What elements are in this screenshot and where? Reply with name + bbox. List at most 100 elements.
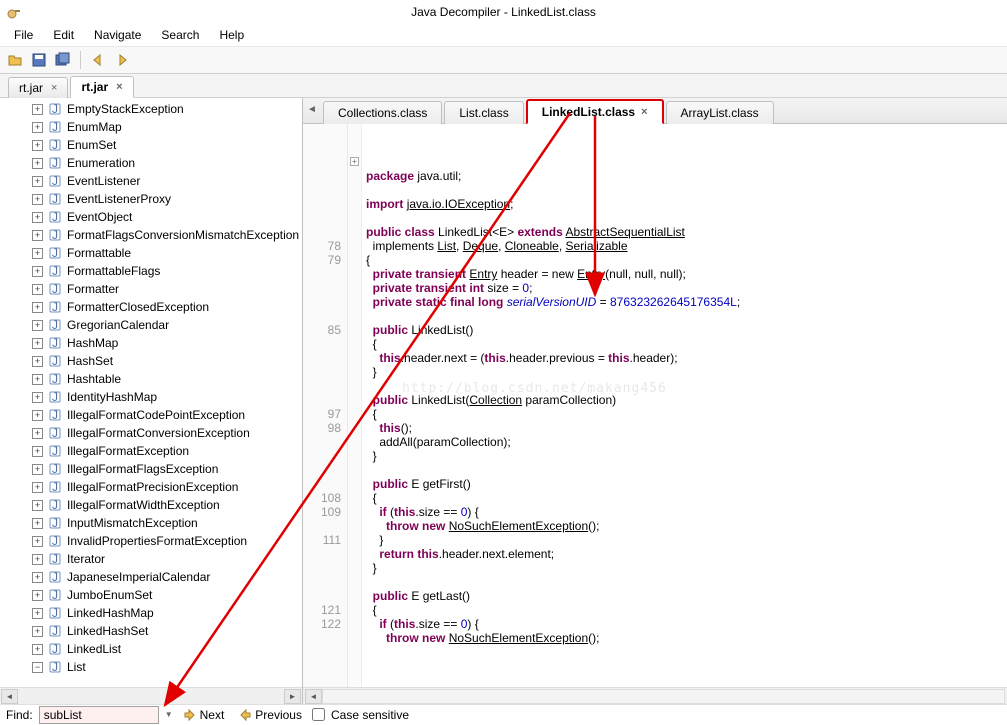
tree-expand-icon[interactable]: + bbox=[32, 446, 43, 457]
editor-tab-list[interactable]: List.class bbox=[444, 101, 523, 124]
tree-item[interactable]: +JHashMap bbox=[0, 334, 302, 352]
tree-item[interactable]: +JEventListener bbox=[0, 172, 302, 190]
back-button[interactable] bbox=[87, 49, 109, 71]
tree-item[interactable]: +JInvalidPropertiesFormatException bbox=[0, 532, 302, 550]
tree-expand-icon[interactable]: + bbox=[32, 536, 43, 547]
close-icon[interactable]: × bbox=[641, 106, 647, 118]
tree-expand-icon[interactable]: + bbox=[32, 500, 43, 511]
tree-expand-icon[interactable]: + bbox=[32, 140, 43, 151]
tree-expand-icon[interactable]: + bbox=[32, 608, 43, 619]
tree-item[interactable]: +JEnumSet bbox=[0, 136, 302, 154]
find-next-button[interactable]: Next bbox=[179, 707, 229, 723]
menu-search[interactable]: Search bbox=[151, 25, 209, 45]
tree-item[interactable]: +JEventListenerProxy bbox=[0, 190, 302, 208]
tree-item[interactable]: +JIdentityHashMap bbox=[0, 388, 302, 406]
tree-expand-icon[interactable]: + bbox=[32, 302, 43, 313]
tree-item[interactable]: +JIllegalFormatConversionException bbox=[0, 424, 302, 442]
tree-expand-icon[interactable]: + bbox=[32, 320, 43, 331]
find-input[interactable] bbox=[39, 706, 159, 724]
tree-expand-icon[interactable]: + bbox=[32, 266, 43, 277]
tree-item[interactable]: +JHashSet bbox=[0, 352, 302, 370]
tree-expand-icon[interactable]: + bbox=[32, 194, 43, 205]
tree-item[interactable]: +JJapaneseImperialCalendar bbox=[0, 568, 302, 586]
tree-expand-icon[interactable]: + bbox=[32, 428, 43, 439]
file-tab-rtjar-1[interactable]: rt.jar × bbox=[8, 77, 68, 98]
tab-nav-left-icon[interactable]: ◄ bbox=[307, 104, 317, 115]
tree-item[interactable]: +JHashtable bbox=[0, 370, 302, 388]
tree-expand-icon[interactable]: + bbox=[32, 176, 43, 187]
tree-item[interactable]: +JFormatterClosedException bbox=[0, 298, 302, 316]
tree-item[interactable]: +JGregorianCalendar bbox=[0, 316, 302, 334]
open-file-button[interactable] bbox=[4, 49, 26, 71]
editor-tab-linkedlist[interactable]: LinkedList.class× bbox=[526, 99, 664, 124]
tree-expand-icon[interactable]: + bbox=[32, 284, 43, 295]
scroll-left-icon[interactable]: ◄ bbox=[305, 689, 322, 704]
close-icon[interactable]: × bbox=[51, 82, 57, 94]
tree-expand-icon[interactable]: + bbox=[32, 356, 43, 367]
tree-expand-icon[interactable]: + bbox=[32, 158, 43, 169]
fold-expand-icon[interactable]: + bbox=[350, 157, 359, 166]
tree-item[interactable]: +JInputMismatchException bbox=[0, 514, 302, 532]
package-tree[interactable]: +JEmptyStackException+JEnumMap+JEnumSet+… bbox=[0, 98, 302, 687]
tree-expand-icon[interactable]: + bbox=[32, 554, 43, 565]
editor-tab-arraylist[interactable]: ArrayList.class bbox=[666, 101, 774, 124]
tree-expand-icon[interactable]: + bbox=[32, 590, 43, 601]
tree-expand-icon[interactable]: + bbox=[32, 464, 43, 475]
menu-file[interactable]: File bbox=[4, 25, 43, 45]
forward-button[interactable] bbox=[111, 49, 133, 71]
code-editor[interactable]: http://blog.csdn.net/makang456 package j… bbox=[362, 124, 1007, 687]
editor-scroll-horizontal[interactable]: ◄ bbox=[303, 687, 1007, 704]
tree-item[interactable]: +JIllegalFormatPrecisionException bbox=[0, 478, 302, 496]
tree-expand-icon[interactable]: + bbox=[32, 338, 43, 349]
tree-item[interactable]: +JEmptyStackException bbox=[0, 100, 302, 118]
tree-item[interactable]: +JLinkedHashMap bbox=[0, 604, 302, 622]
editor-tab-collections[interactable]: Collections.class bbox=[323, 101, 442, 124]
tree-item[interactable]: +JFormattableFlags bbox=[0, 262, 302, 280]
tree-item[interactable]: +JLinkedHashSet bbox=[0, 622, 302, 640]
tree-expand-icon[interactable]: + bbox=[32, 230, 43, 241]
tree-expand-icon[interactable]: + bbox=[32, 410, 43, 421]
tree-expand-icon[interactable]: + bbox=[32, 248, 43, 259]
tree-expand-icon[interactable]: + bbox=[32, 482, 43, 493]
tree-expand-icon[interactable]: − bbox=[32, 662, 43, 673]
tree-item[interactable]: +JFormatter bbox=[0, 280, 302, 298]
tree-item-label: IllegalFormatPrecisionException bbox=[67, 480, 238, 494]
tree-expand-icon[interactable]: + bbox=[32, 212, 43, 223]
tree-expand-icon[interactable]: + bbox=[32, 374, 43, 385]
tree-item[interactable]: +JIllegalFormatFlagsException bbox=[0, 460, 302, 478]
tree-item[interactable]: +JIllegalFormatCodePointException bbox=[0, 406, 302, 424]
menu-help[interactable]: Help bbox=[209, 25, 254, 45]
tree-item[interactable]: +JIterator bbox=[0, 550, 302, 568]
scroll-right-icon[interactable]: ► bbox=[284, 689, 301, 704]
tree-item[interactable]: +JEventObject bbox=[0, 208, 302, 226]
menu-navigate[interactable]: Navigate bbox=[84, 25, 151, 45]
sidebar-scroll-horizontal[interactable]: ◄ ► bbox=[0, 687, 302, 704]
tree-item[interactable]: +JLinkedList bbox=[0, 640, 302, 658]
tree-item[interactable]: +JEnumMap bbox=[0, 118, 302, 136]
close-icon[interactable]: × bbox=[116, 81, 122, 93]
find-previous-button[interactable]: Previous bbox=[234, 707, 306, 723]
tree-item[interactable]: +JFormattable bbox=[0, 244, 302, 262]
save-button[interactable] bbox=[28, 49, 50, 71]
tree-item[interactable]: +JIllegalFormatException bbox=[0, 442, 302, 460]
dropdown-icon[interactable]: ▼ bbox=[165, 710, 173, 719]
tree-item[interactable]: +JIllegalFormatWidthException bbox=[0, 496, 302, 514]
tree-expand-icon[interactable]: + bbox=[32, 644, 43, 655]
tree-expand-icon[interactable]: + bbox=[32, 104, 43, 115]
tree-expand-icon[interactable]: + bbox=[32, 518, 43, 529]
file-tab-strip: rt.jar × rt.jar × bbox=[0, 74, 1007, 98]
tree-expand-icon[interactable]: + bbox=[32, 122, 43, 133]
scroll-left-icon[interactable]: ◄ bbox=[1, 689, 18, 704]
tree-item[interactable]: +JEnumeration bbox=[0, 154, 302, 172]
tree-item[interactable]: +JFormatFlagsConversionMismatchException bbox=[0, 226, 302, 244]
file-tab-rtjar-2[interactable]: rt.jar × bbox=[70, 76, 133, 98]
menu-edit[interactable]: Edit bbox=[43, 25, 84, 45]
tree-expand-icon[interactable]: + bbox=[32, 572, 43, 583]
save-all-button[interactable] bbox=[52, 49, 74, 71]
tree-expand-icon[interactable]: + bbox=[32, 392, 43, 403]
tree-expand-icon[interactable]: + bbox=[32, 626, 43, 637]
tree-item[interactable]: +JJumboEnumSet bbox=[0, 586, 302, 604]
tree-item[interactable]: −JList bbox=[0, 658, 302, 676]
tree-item-label: EventListenerProxy bbox=[67, 192, 171, 206]
case-sensitive-checkbox[interactable] bbox=[312, 708, 325, 721]
